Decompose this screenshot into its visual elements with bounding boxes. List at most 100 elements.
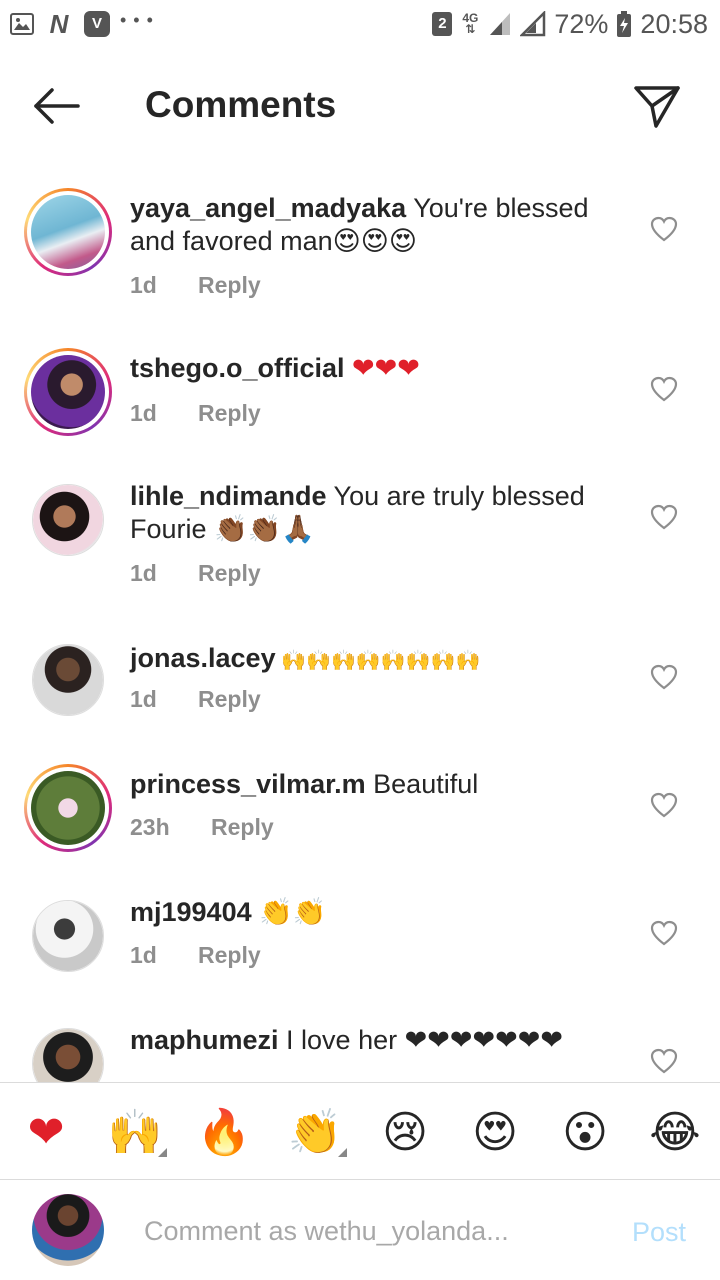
avatar[interactable] xyxy=(32,900,104,972)
back-button[interactable] xyxy=(28,82,84,130)
like-button[interactable] xyxy=(650,376,678,402)
v-app-icon: V xyxy=(84,11,110,37)
comments-list[interactable]: yaya_angel_madyaka You're blessed and fa… xyxy=(0,170,720,1082)
comment-item: maphumezi I love her ❤❤❤❤❤❤❤ xyxy=(0,1025,720,1082)
comment-time: 1d xyxy=(130,400,157,426)
avatar[interactable] xyxy=(32,644,104,716)
comment-meta: 1d Reply xyxy=(130,400,261,427)
comment-time: 1d xyxy=(130,686,157,712)
battery-icon xyxy=(617,11,632,37)
comment-message: 🙌🙌🙌🙌🙌🙌🙌🙌 xyxy=(275,650,481,672)
heart-outline-icon xyxy=(650,664,678,690)
back-arrow-icon xyxy=(34,88,80,124)
reply-button[interactable]: Reply xyxy=(198,560,261,587)
network-type: 4G ⇅ xyxy=(462,11,479,36)
emoji-raising-hands[interactable]: 🙌 xyxy=(107,1105,167,1161)
comment-time: 23h xyxy=(130,814,170,840)
avatar[interactable] xyxy=(32,484,104,556)
comments-header: Comments xyxy=(0,58,720,154)
comment-text: tshego.o_official ❤❤❤ xyxy=(130,352,610,385)
comment-time: 1d xyxy=(130,560,157,586)
comment-text: jonas.lacey 🙌🙌🙌🙌🙌🙌🙌🙌 xyxy=(130,642,610,678)
gallery-icon xyxy=(10,13,34,35)
avatar[interactable] xyxy=(24,348,112,436)
comment-item: jonas.lacey 🙌🙌🙌🙌🙌🙌🙌🙌 1d Reply xyxy=(0,642,720,754)
page-title: Comments xyxy=(145,84,337,125)
current-user-avatar xyxy=(32,1194,104,1266)
comment-message: Beautiful xyxy=(365,769,479,799)
comment-meta: 1d Reply xyxy=(130,686,261,713)
comment-username[interactable]: yaya_angel_madyaka xyxy=(130,193,406,223)
comment-message: ❤❤❤ xyxy=(344,353,420,383)
post-button[interactable]: Post xyxy=(632,1217,686,1248)
status-bar: N V • • • 2 4G ⇅ 72% 20:58 xyxy=(0,0,720,50)
heart-outline-icon xyxy=(650,504,678,530)
comment-meta: 1d Reply xyxy=(130,942,261,969)
comment-item: lihle_ndimande You are truly blessed Fou… xyxy=(0,481,720,634)
comment-meta: 1d Reply xyxy=(130,272,261,299)
comment-username[interactable]: jonas.lacey xyxy=(130,643,276,673)
comment-item: yaya_angel_madyaka You're blessed and fa… xyxy=(0,188,720,338)
signal-icon xyxy=(490,13,511,35)
like-button[interactable] xyxy=(650,792,678,818)
reply-button[interactable]: Reply xyxy=(198,942,261,969)
comment-message: I love her ❤❤❤❤❤❤❤ xyxy=(278,1025,563,1055)
comment-username[interactable]: mj199404 xyxy=(130,897,252,927)
emoji-heart-eyes[interactable]: 😍 xyxy=(467,1105,523,1161)
reply-button[interactable]: Reply xyxy=(198,400,261,427)
like-button[interactable] xyxy=(650,216,678,242)
comment-text: princess_vilmar.m Beautiful xyxy=(130,768,610,801)
send-icon xyxy=(634,86,680,128)
comment-text: mj199404 👏👏 xyxy=(130,896,610,929)
comment-time: 1d xyxy=(130,942,157,968)
emoji-raising-hands-glyph: 🙌 xyxy=(107,1107,163,1158)
skin-tone-indicator xyxy=(338,1148,347,1157)
comment-item: mj199404 👏👏 1d Reply xyxy=(0,897,720,1010)
clock: 20:58 xyxy=(640,8,708,39)
emoji-clapping-hands[interactable]: 👏 xyxy=(287,1105,347,1161)
comment-meta: 23h Reply xyxy=(130,814,274,841)
skin-tone-indicator xyxy=(158,1148,167,1157)
comment-text: yaya_angel_madyaka You're blessed and fa… xyxy=(130,192,610,258)
comment-item: tshego.o_official ❤❤❤ 1d Reply xyxy=(0,348,720,458)
status-bar-right: 2 4G ⇅ 72% 20:58 xyxy=(432,6,708,42)
comment-time: 1d xyxy=(130,272,157,298)
avatar[interactable] xyxy=(24,188,112,276)
emoji-clapping-hands-glyph: 👏 xyxy=(287,1107,343,1158)
avatar[interactable] xyxy=(32,1028,104,1082)
emoji-fire[interactable]: 🔥 xyxy=(196,1105,252,1161)
reply-button[interactable]: Reply xyxy=(198,686,261,713)
like-button[interactable] xyxy=(650,920,678,946)
avatar[interactable] xyxy=(24,764,112,852)
reply-button[interactable]: Reply xyxy=(198,272,261,299)
emoji-reaction-bar: ❤ 🙌 🔥 👏 😢 😍 😮 😂 xyxy=(0,1082,720,1180)
comment-username[interactable]: lihle_ndimande xyxy=(130,481,327,511)
more-dots-icon: • • • xyxy=(120,9,154,30)
emoji-heart[interactable]: ❤ xyxy=(18,1105,74,1161)
network-label: 4G xyxy=(462,11,479,25)
n-app-icon: N xyxy=(49,9,69,39)
reply-button[interactable]: Reply xyxy=(211,814,274,841)
comment-message: 👏👏 xyxy=(251,897,327,927)
comment-input[interactable] xyxy=(144,1209,604,1253)
comment-username[interactable]: maphumezi xyxy=(130,1025,279,1055)
like-button[interactable] xyxy=(650,504,678,530)
emoji-surprised-face[interactable]: 😮 xyxy=(557,1105,613,1161)
emoji-tears-of-joy[interactable]: 😂 xyxy=(647,1105,703,1161)
emoji-crying-face[interactable]: 😢 xyxy=(377,1105,433,1161)
share-button[interactable] xyxy=(630,80,684,132)
like-button[interactable] xyxy=(650,664,678,690)
comment-username[interactable]: princess_vilmar.m xyxy=(130,769,366,799)
heart-outline-icon xyxy=(650,376,678,402)
like-button[interactable] xyxy=(650,1048,678,1074)
comment-text: lihle_ndimande You are truly blessed Fou… xyxy=(130,480,610,546)
battery-percent: 72% xyxy=(554,8,609,39)
heart-outline-icon xyxy=(650,920,678,946)
comment-meta: 1d Reply xyxy=(130,560,261,587)
heart-outline-icon xyxy=(650,792,678,818)
status-bar-left: N V • • • xyxy=(10,8,154,40)
comment-username[interactable]: tshego.o_official xyxy=(130,353,345,383)
comment-item: princess_vilmar.m Beautiful 23h Reply xyxy=(0,764,720,874)
heart-outline-icon xyxy=(650,216,678,242)
comment-composer: Post xyxy=(0,1181,720,1280)
